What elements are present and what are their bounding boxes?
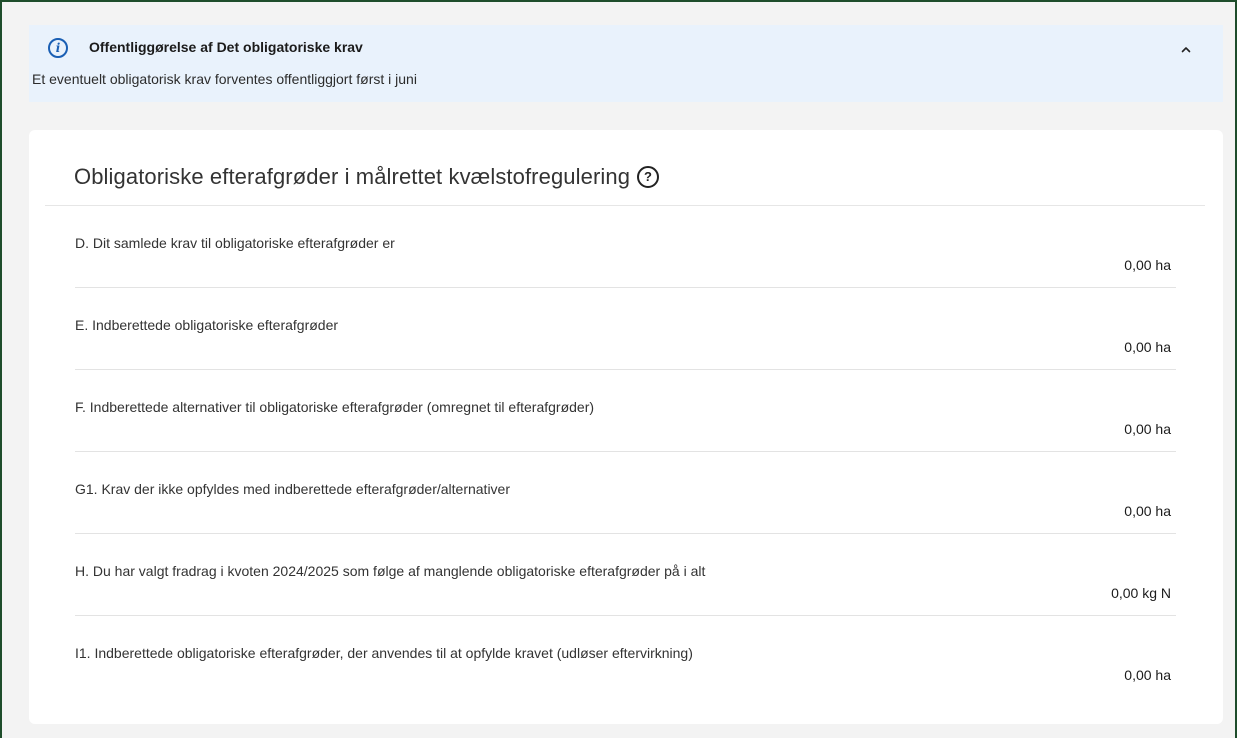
row-value: 0,00 ha: [1124, 339, 1171, 355]
banner-text: Et eventuelt obligatorisk krav forventes…: [32, 71, 417, 87]
list-item: H. Du har valgt fradrag i kvoten 2024/20…: [75, 534, 1176, 616]
list-item: I1. Indberettede obligatoriske efterafgr…: [75, 616, 1176, 698]
list-item: D. Dit samlede krav til obligatoriske ef…: [75, 206, 1176, 288]
row-label: G1. Krav der ikke opfyldes med indberett…: [75, 481, 510, 497]
row-label: H. Du har valgt fradrag i kvoten 2024/20…: [75, 563, 706, 579]
row-value: 0,00 ha: [1124, 257, 1171, 273]
chevron-up-icon[interactable]: [1176, 40, 1196, 60]
requirement-list: D. Dit samlede krav til obligatoriske ef…: [75, 206, 1176, 698]
row-value: 0,00 ha: [1124, 503, 1171, 519]
card-header: Obligatoriske efterafgrøder i målrettet …: [74, 164, 660, 190]
card-title: Obligatoriske efterafgrøder i målrettet …: [74, 164, 631, 189]
info-banner: i Offentliggørelse af Det obligatoriske …: [29, 25, 1223, 102]
efterafgroeder-card: Obligatoriske efterafgrøder i målrettet …: [29, 130, 1223, 724]
info-icon: i: [48, 38, 68, 58]
list-item: E. Indberettede obligatoriske efterafgrø…: [75, 288, 1176, 370]
row-value: 0,00 ha: [1124, 421, 1171, 437]
row-label: D. Dit samlede krav til obligatoriske ef…: [75, 235, 395, 251]
list-item: G1. Krav der ikke opfyldes med indberett…: [75, 452, 1176, 534]
row-label: E. Indberettede obligatoriske efterafgrø…: [75, 317, 339, 333]
banner-title: Offentliggørelse af Det obligatoriske kr…: [89, 39, 363, 55]
list-item: F. Indberettede alternativer til obligat…: [75, 370, 1176, 452]
row-value: 0,00 ha: [1124, 667, 1171, 683]
row-value: 0,00 kg N: [1111, 585, 1171, 601]
row-label: F. Indberettede alternativer til obligat…: [75, 399, 595, 415]
row-label: I1. Indberettede obligatoriske efterafgr…: [75, 645, 693, 661]
help-icon[interactable]: ?: [637, 166, 660, 188]
